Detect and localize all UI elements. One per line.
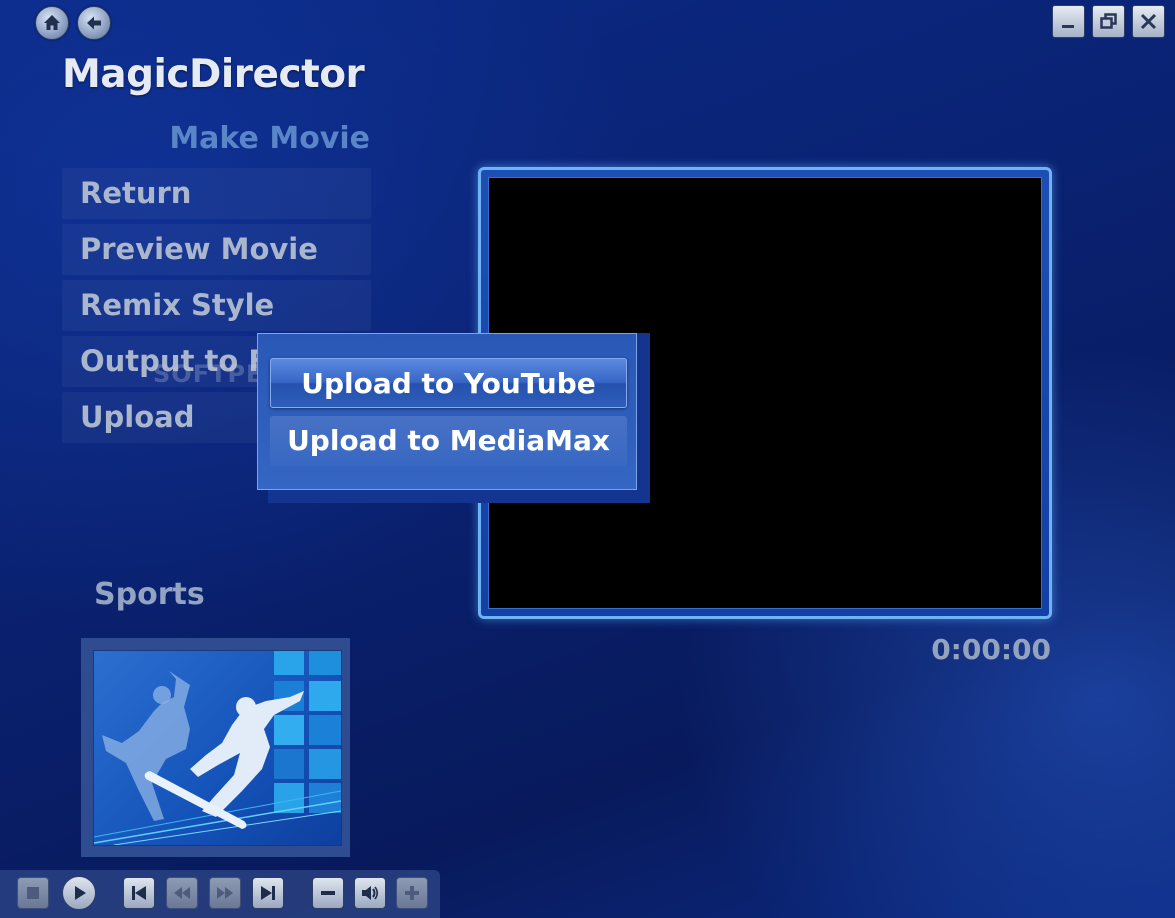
style-name: Sports xyxy=(94,577,205,612)
fast-forward-icon xyxy=(217,887,233,899)
menu-item-return[interactable]: Return xyxy=(62,168,371,219)
stop-icon xyxy=(27,887,39,899)
stop-button[interactable] xyxy=(17,877,49,909)
home-icon xyxy=(44,15,60,30)
speaker-icon xyxy=(362,886,379,900)
volume-down-icon xyxy=(321,891,335,895)
volume-up-button[interactable] xyxy=(396,877,428,909)
minimize-icon xyxy=(1062,25,1074,28)
skip-back-button[interactable] xyxy=(123,877,155,909)
restore-icon xyxy=(1100,13,1117,29)
volume-up-icon xyxy=(405,886,419,900)
rewind-icon xyxy=(174,887,190,899)
upload-popup-menu: Upload to YouTube Upload to MediaMax xyxy=(257,333,637,490)
style-thumbnail[interactable] xyxy=(81,638,350,857)
play-button[interactable] xyxy=(62,876,96,910)
home-button[interactable] xyxy=(35,6,69,40)
mute-button[interactable] xyxy=(354,877,386,909)
skip-forward-button[interactable] xyxy=(252,877,284,909)
close-button[interactable] xyxy=(1132,5,1165,38)
skip-forward-icon xyxy=(261,886,275,900)
restore-button[interactable] xyxy=(1092,5,1125,38)
section-title: Make Movie xyxy=(169,121,370,156)
fast-forward-button[interactable] xyxy=(209,877,241,909)
volume-down-button[interactable] xyxy=(312,877,344,909)
upload-to-youtube-option[interactable]: Upload to YouTube xyxy=(270,358,627,408)
back-arrow-icon xyxy=(87,16,101,30)
minimize-button[interactable] xyxy=(1052,5,1085,38)
rewind-button[interactable] xyxy=(166,877,198,909)
snowboarder-thumbnail-image xyxy=(94,651,341,845)
app-title: MagicDirector xyxy=(62,52,365,97)
skip-back-icon xyxy=(132,886,146,900)
close-icon xyxy=(1140,13,1157,30)
menu-item-preview-movie[interactable]: Preview Movie xyxy=(62,224,371,275)
menu-item-remix-style[interactable]: Remix Style xyxy=(62,280,371,331)
back-button[interactable] xyxy=(77,6,111,40)
play-icon xyxy=(75,886,86,900)
timecode: 0:00:00 xyxy=(931,633,1051,666)
upload-to-mediamax-option[interactable]: Upload to MediaMax xyxy=(270,416,627,466)
